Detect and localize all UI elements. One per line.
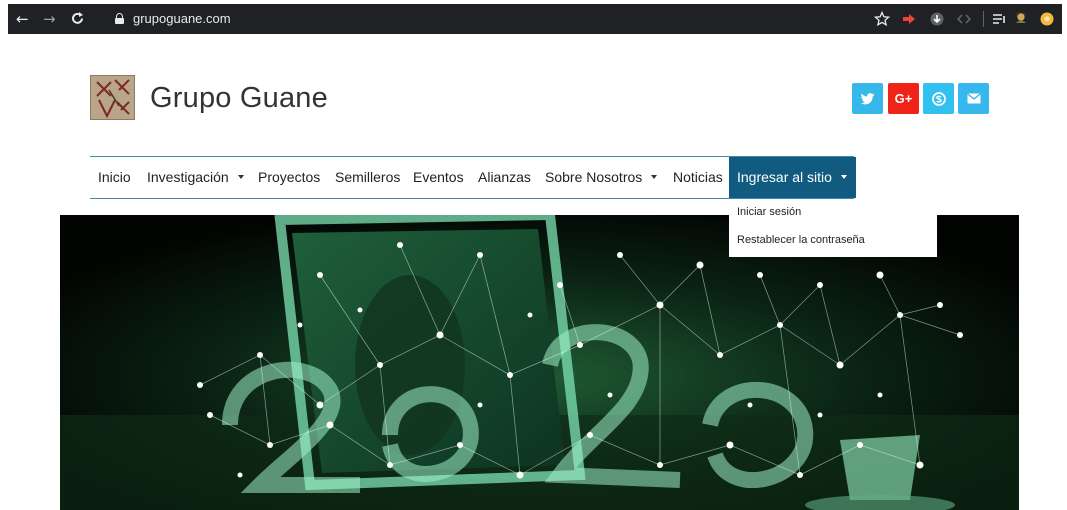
toolbar-divider	[983, 11, 984, 27]
lock-icon	[115, 13, 124, 24]
site-title[interactable]: Grupo Guane	[150, 82, 328, 115]
extension-red-arrow-icon[interactable]	[901, 11, 917, 27]
email-button[interactable]	[958, 83, 989, 114]
browser-chrome: ← → grupoguane.com	[0, 0, 1067, 37]
dropdown-item-iniciar-sesion[interactable]: Iniciar sesión	[737, 206, 801, 218]
twitter-icon	[860, 92, 874, 104]
update-indicator-icon[interactable]	[1039, 11, 1055, 27]
nav-item-sobre-nosotros[interactable]: Sobre Nosotros	[545, 157, 658, 198]
code-extension-icon[interactable]	[956, 11, 972, 27]
caret-down-icon	[651, 175, 658, 180]
reload-icon[interactable]	[70, 11, 85, 26]
network-2020-illustration	[60, 215, 1019, 510]
google-plus-button[interactable]: G+	[888, 83, 919, 114]
reading-list-icon[interactable]	[991, 11, 1007, 27]
nav-item-inicio[interactable]: Inicio	[98, 157, 131, 198]
nav-item-ingresar[interactable]: Ingresar al sitio	[729, 157, 856, 198]
back-arrow-icon[interactable]: ←	[16, 10, 29, 28]
hero-banner-image	[60, 215, 1019, 510]
download-extension-icon[interactable]	[929, 11, 945, 27]
star-icon[interactable]	[874, 11, 890, 27]
caret-down-icon	[840, 175, 847, 180]
login-dropdown-menu: Iniciar sesión Restablecer la contraseña	[729, 199, 937, 257]
nav-item-investigacion[interactable]: Investigación	[147, 157, 244, 198]
main-nav: Inicio Investigación Proyectos Semillero…	[90, 156, 856, 199]
nav-item-semilleros[interactable]: Semilleros	[335, 157, 400, 198]
browser-toolbar: ← → grupoguane.com	[8, 4, 1062, 34]
nav-item-proyectos[interactable]: Proyectos	[258, 157, 320, 198]
caret-down-icon	[237, 175, 244, 180]
url-text: grupoguane.com	[133, 11, 231, 26]
skype-button[interactable]	[923, 83, 954, 114]
nav-item-noticias[interactable]: Noticias	[673, 157, 723, 198]
profile-avatar-icon[interactable]	[1013, 9, 1029, 25]
envelope-icon	[966, 93, 981, 104]
dropdown-item-restablecer[interactable]: Restablecer la contraseña	[737, 234, 865, 246]
nav-item-eventos[interactable]: Eventos	[413, 157, 464, 198]
nav-item-alianzas[interactable]: Alianzas	[478, 157, 531, 198]
site-logo[interactable]	[90, 75, 135, 120]
address-bar[interactable]: grupoguane.com	[101, 7, 1036, 31]
forward-arrow-icon[interactable]: →	[43, 10, 56, 28]
twitter-button[interactable]	[852, 83, 883, 114]
skype-icon	[931, 91, 946, 106]
google-plus-icon: G+	[894, 91, 913, 106]
